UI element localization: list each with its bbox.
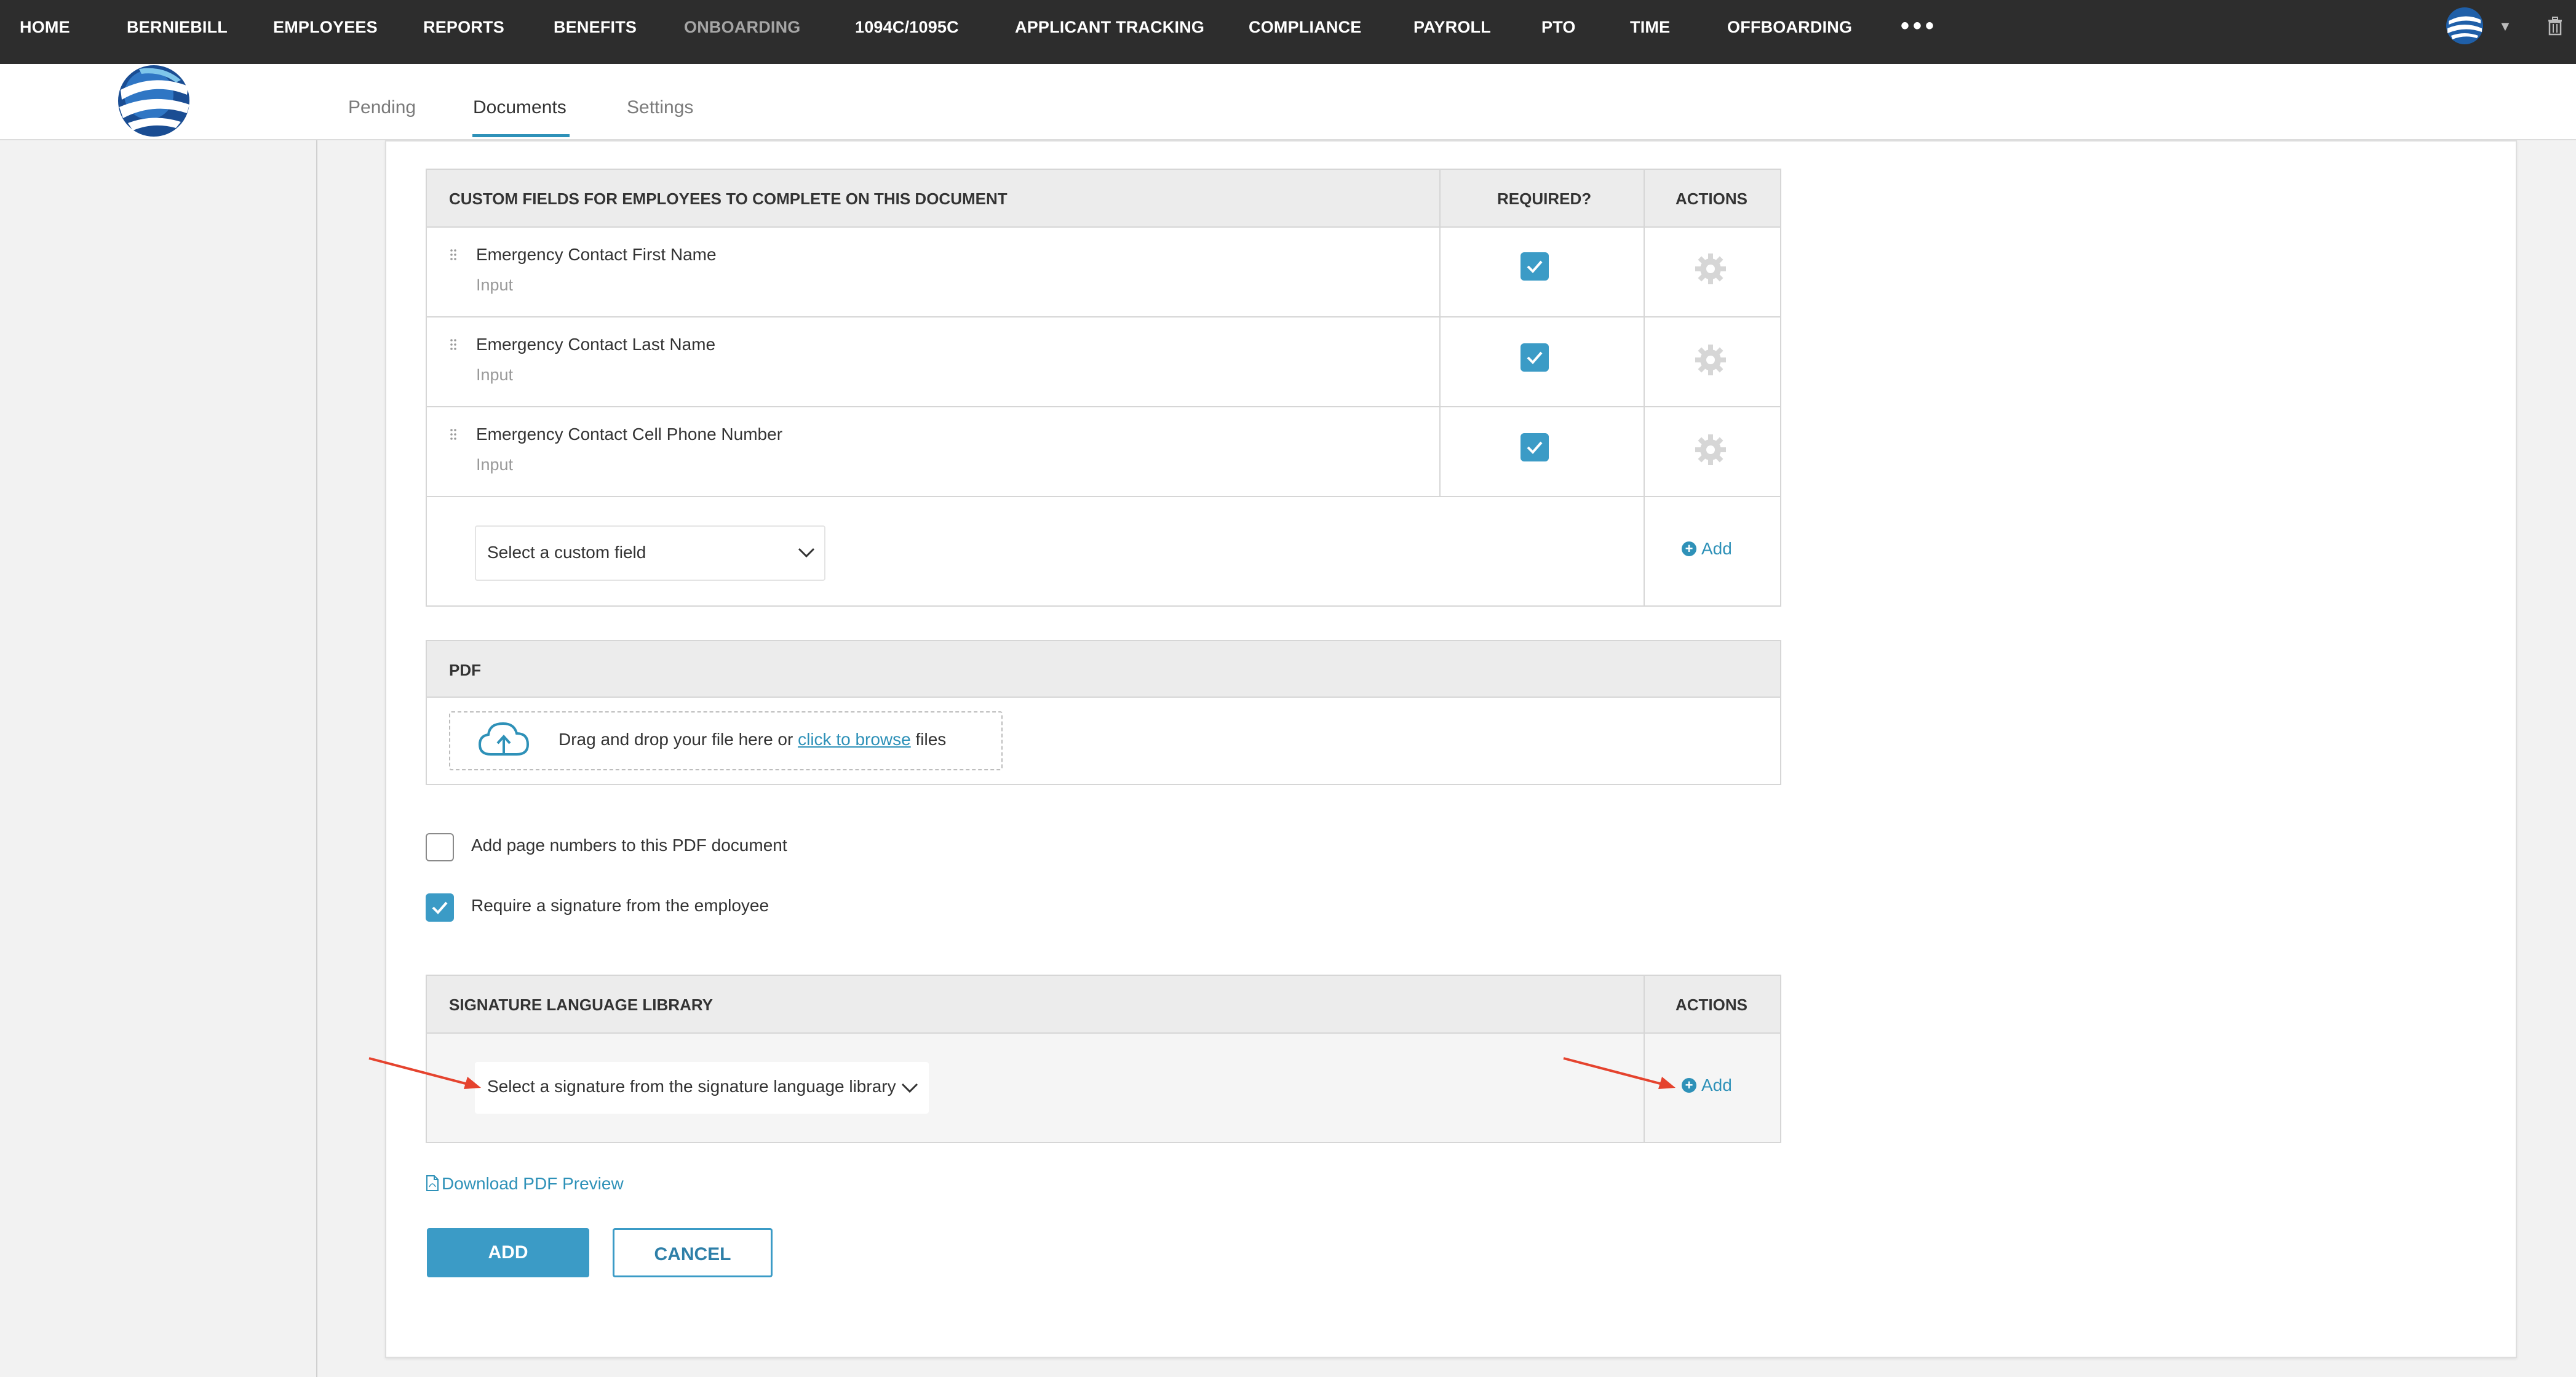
nav-item-time[interactable]: TIME	[1630, 0, 1670, 54]
add-custom-field-button[interactable]: + Add	[1682, 539, 1732, 559]
check-icon	[1527, 441, 1543, 454]
pdf-section: PDF Drag and drop your file here or clic…	[426, 640, 1781, 785]
custom-field-select[interactable]: Select a custom field	[475, 525, 825, 581]
custom-fields-header: CUSTOM FIELDS FOR EMPLOYEES TO COMPLETE …	[449, 190, 1008, 208]
nav-item-employees[interactable]: EMPLOYEES	[273, 0, 378, 54]
dropzone-suffix: files	[915, 730, 947, 749]
download-preview-label: Download PDF Preview	[442, 1174, 624, 1193]
nav-more-menu[interactable]: •••	[1901, 12, 1938, 40]
check-icon	[432, 901, 448, 914]
custom-field-select-value: Select a custom field	[487, 543, 646, 562]
required-checkbox[interactable]	[1521, 252, 1549, 281]
cloud-upload-icon	[478, 722, 530, 756]
nav-item-offboarding[interactable]: OFFBOARDING	[1727, 0, 1852, 54]
row-divider	[427, 406, 1780, 407]
page-numbers-label: Add page numbers to this PDF document	[471, 836, 787, 855]
left-sidebar	[0, 140, 317, 1377]
nav-item-compliance[interactable]: COMPLIANCE	[1249, 0, 1362, 54]
plus-circle-icon: +	[1682, 541, 1696, 556]
field-type: Input	[476, 455, 514, 474]
signature-select[interactable]: Select a signature from the signature la…	[475, 1062, 929, 1114]
require-signature-checkbox[interactable]	[426, 893, 454, 922]
file-pdf-icon	[426, 1175, 439, 1191]
drag-handle-icon[interactable]	[450, 338, 456, 353]
company-logo[interactable]	[114, 62, 193, 140]
gear-icon[interactable]	[1694, 343, 1727, 377]
nav-item-benefits[interactable]: BENEFITS	[554, 0, 637, 54]
trash-icon[interactable]	[2546, 16, 2564, 36]
tab-settings[interactable]: Settings	[627, 97, 693, 118]
nav-item-1094c-1095c[interactable]: 1094C/1095C	[855, 0, 959, 54]
row-divider	[427, 1032, 1780, 1034]
dropzone-text: Drag and drop your file here or click to…	[559, 730, 946, 749]
check-icon	[1527, 351, 1543, 364]
column-divider	[1439, 170, 1441, 496]
signature-select-value: Select a signature from the signature la…	[487, 1077, 896, 1096]
add-signature-button[interactable]: + Add	[1682, 1076, 1732, 1095]
download-pdf-preview-link[interactable]: Download PDF Preview	[426, 1174, 624, 1194]
row-divider	[427, 226, 1780, 228]
field-name: Emergency Contact Last Name	[476, 335, 716, 354]
required-header: REQUIRED?	[1497, 190, 1592, 208]
user-avatar[interactable]	[2445, 6, 2484, 46]
field-type: Input	[476, 365, 514, 384]
require-signature-label: Require a signature from the employee	[471, 896, 769, 915]
nav-item-payroll[interactable]: PAYROLL	[1413, 0, 1491, 54]
user-menu-caret-icon[interactable]: ▼	[2498, 18, 2512, 34]
chevron-down-icon	[798, 548, 815, 558]
column-divider	[1644, 170, 1645, 605]
field-type: Input	[476, 276, 514, 294]
plus-circle-icon: +	[1682, 1078, 1696, 1093]
pdf-header-row	[427, 641, 1780, 696]
nav-item-pto[interactable]: PTO	[1541, 0, 1576, 54]
chevron-down-icon	[901, 1083, 918, 1093]
file-dropzone[interactable]: Drag and drop your file here or click to…	[449, 711, 1003, 770]
gear-icon[interactable]	[1694, 433, 1727, 466]
add-label: Add	[1701, 539, 1732, 558]
check-icon	[1527, 260, 1543, 273]
annotation-arrow	[368, 1057, 481, 1089]
gear-icon[interactable]	[1694, 252, 1727, 285]
nav-item-onboarding[interactable]: ONBOARDING	[684, 0, 801, 54]
required-checkbox[interactable]	[1521, 343, 1549, 372]
field-name: Emergency Contact Cell Phone Number	[476, 425, 783, 444]
dropzone-instructions: Drag and drop your file here or	[559, 730, 793, 749]
drag-handle-icon[interactable]	[450, 428, 456, 443]
top-navigation-bar: HOME BERNIEBILL EMPLOYEES REPORTS BENEFI…	[0, 0, 2576, 64]
browse-link[interactable]: click to browse	[798, 730, 911, 749]
nav-item-applicant-tracking[interactable]: APPLICANT TRACKING	[1015, 0, 1204, 54]
row-divider	[427, 496, 1780, 497]
annotation-arrow	[1563, 1057, 1676, 1089]
add-button[interactable]: ADD	[427, 1228, 589, 1277]
add-label: Add	[1701, 1076, 1732, 1095]
page-numbers-checkbox[interactable]	[426, 833, 454, 861]
tab-documents[interactable]: Documents	[473, 97, 566, 118]
active-tab-indicator	[472, 134, 570, 137]
pdf-header: PDF	[449, 661, 481, 679]
nav-item-berniebill[interactable]: BERNIEBILL	[127, 0, 228, 54]
actions-header: ACTIONS	[1676, 996, 1747, 1014]
drag-handle-icon[interactable]	[450, 249, 456, 263]
actions-header: ACTIONS	[1676, 190, 1747, 208]
custom-fields-table: CUSTOM FIELDS FOR EMPLOYEES TO COMPLETE …	[426, 169, 1781, 607]
cancel-button[interactable]: CANCEL	[613, 1228, 773, 1277]
field-name: Emergency Contact First Name	[476, 245, 717, 264]
row-divider	[427, 316, 1780, 317]
nav-item-home[interactable]: HOME	[20, 0, 70, 54]
nav-item-reports[interactable]: REPORTS	[423, 0, 504, 54]
tab-pending[interactable]: Pending	[348, 97, 416, 118]
signature-library-header: SIGNATURE LANGUAGE LIBRARY	[449, 996, 713, 1014]
required-checkbox[interactable]	[1521, 433, 1549, 461]
row-divider	[427, 696, 1780, 698]
